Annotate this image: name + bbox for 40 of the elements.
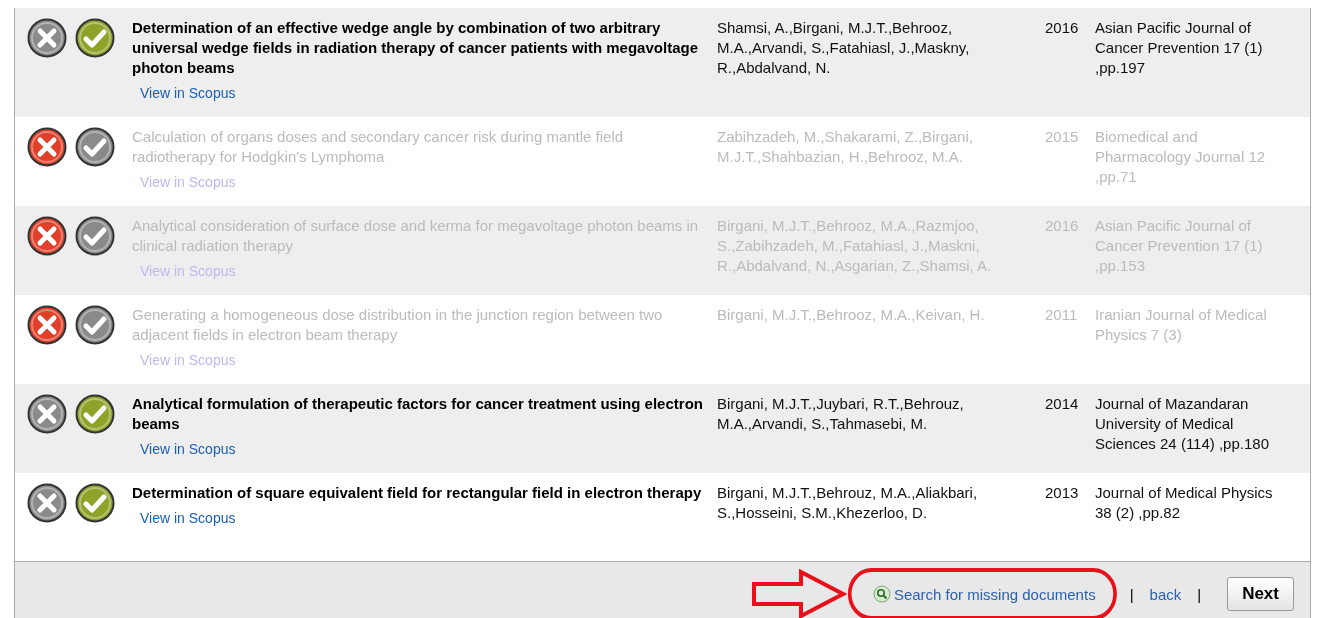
source-text: Iranian Journal of Medical Physics 7 (3) [1095, 305, 1268, 345]
authors-text: Birgani, M.J.T.,Behrouz, M.A.,Aliakbari, S.,Hosseini, S.M.,Khezerloo, D. [717, 483, 979, 523]
source-text: Journal of Medical Physics 38 (2) ,pp.82 [1095, 483, 1274, 523]
next-button[interactable]: Next [1227, 577, 1294, 611]
year-text: 2014 [1045, 394, 1080, 414]
search-icon [872, 585, 891, 603]
reject-button[interactable] [27, 394, 67, 434]
reject-button[interactable] [27, 18, 67, 58]
year-text: 2013 [1045, 483, 1080, 503]
accept-button[interactable] [75, 305, 115, 345]
document-title: Determination of an effective wedge angle by combination of two arbitrary universal wedge fields in radiation therapy of cancer patients with megavoltage photon beams [132, 18, 699, 78]
accept-button[interactable] [75, 483, 115, 523]
reject-button[interactable] [27, 483, 67, 523]
accept-button[interactable] [75, 216, 115, 256]
view-in-scopus-link[interactable]: View in Scopus [140, 508, 236, 528]
year-text: 2011 [1045, 305, 1079, 325]
source-text: Journal of Mazandaran University of Medical Sciences 24 (114) ,pp.180 [1095, 394, 1270, 454]
view-in-scopus-link[interactable]: View in Scopus [140, 83, 236, 103]
view-in-scopus-link[interactable]: View in Scopus [140, 439, 236, 459]
accept-button[interactable] [75, 127, 115, 167]
document-title: Analytical formulation of therapeutic factors for cancer treatment using electron beams [132, 394, 704, 434]
reject-button[interactable] [27, 127, 67, 167]
accept-button[interactable] [75, 18, 115, 58]
separator-text: | [1197, 585, 1202, 603]
reject-button[interactable] [27, 305, 67, 345]
document-title: Generating a homogeneous dose distribution in the junction region between two adjacent fields in electron beam therapy [132, 305, 664, 345]
separator-text: | [1129, 585, 1134, 603]
authors-text: Zabihzadeh, M.,Shakarami, Z.,Birgani, M.J.T.,Shahbazian, H.,Behrooz, M.A. [717, 127, 974, 167]
authors-text: Birgani, M.J.T.,Juybari, R.T.,Behrouz, M.A.,Arvandi, S.,Tahmasebi, M. [717, 394, 965, 434]
accept-button[interactable] [75, 394, 115, 434]
source-text: Biomedical and Pharmacology Journal 12 ,pp.71 [1095, 127, 1267, 187]
reject-button[interactable] [27, 216, 67, 256]
year-text: 2015 [1045, 127, 1080, 147]
authors-text: Birgani, M.J.T.,Behrooz, M.A.,Keivan, H. [717, 305, 986, 325]
year-text: 2016 [1045, 18, 1080, 38]
source-text: Asian Pacific Journal of Cancer Prevention 17 (1) ,pp.197 [1095, 18, 1264, 78]
back-link[interactable]: back [1149, 585, 1182, 603]
authors-text: Shamsi, A.,Birgani, M.J.T.,Behrooz, M.A.,Arvandi, S.,Fatahiasl, J.,Maskny, R.,Abdalvand, N. [717, 18, 971, 78]
document-title: Calculation of organs doses and secondary cancer risk during mantle field radiotherapy for Hodgkin's Lymphoma [132, 127, 625, 167]
document-title: Determination of square equivalent field for rectangular field in electron therapy [132, 483, 703, 503]
